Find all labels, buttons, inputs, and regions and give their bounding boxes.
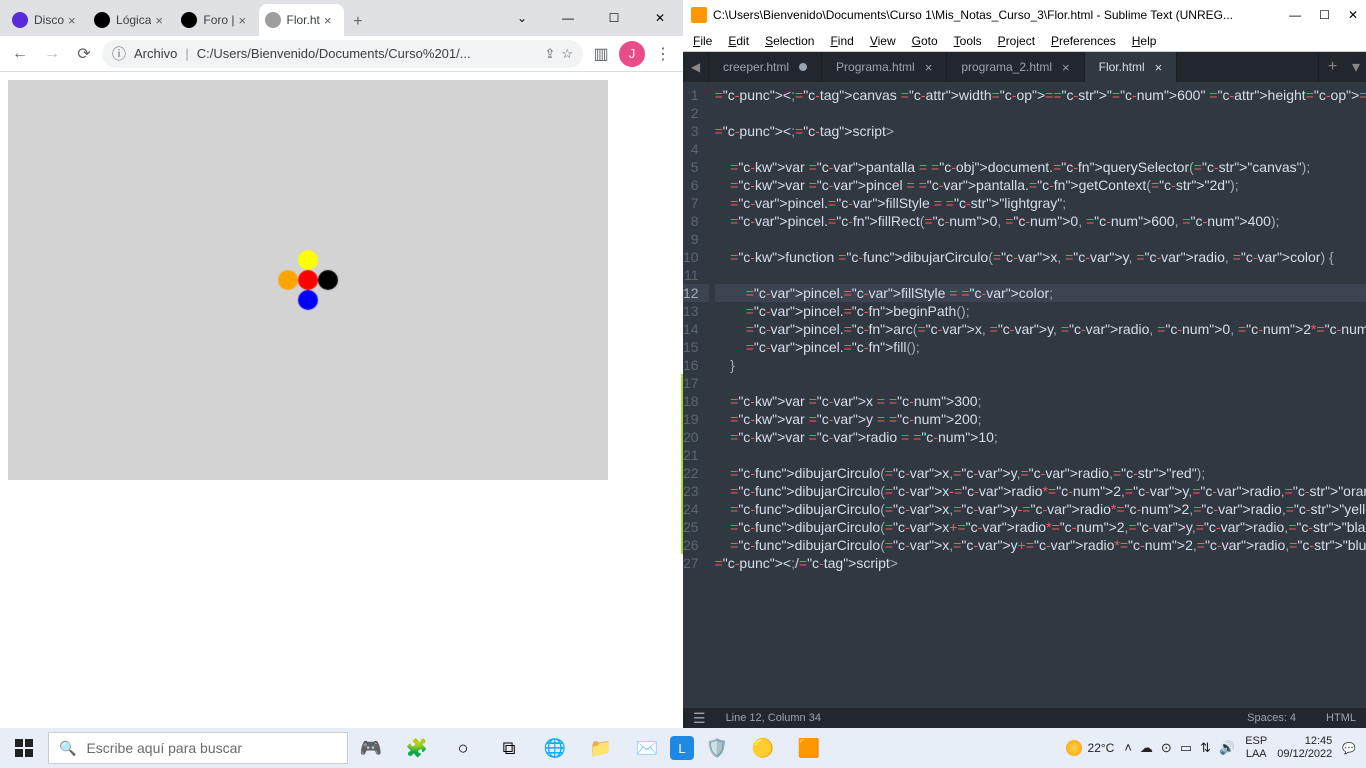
- sublime-window: C:\Users\Bienvenido\Documents\Curso 1\Mi…: [683, 0, 1366, 728]
- chrome-titlebar: Disco×Lógica×Foro | ×Flor.ht× + ⌄ — ☐ ✕: [0, 0, 683, 36]
- flower-canvas: [8, 80, 608, 480]
- new-editor-tab[interactable]: +: [1318, 52, 1346, 82]
- url-prefix: Archivo: [134, 46, 177, 61]
- clock[interactable]: 12:4509/12/2022: [1277, 735, 1332, 761]
- system-tray: 22°C ˄ ☁ ⊙ ▭ ⇅ 🔊 ESPLAA 12:4509/12/2022 …: [1066, 735, 1366, 761]
- sublime-titlebar: C:\Users\Bienvenido\Documents\Curso 1\Mi…: [683, 0, 1366, 30]
- menu-tools[interactable]: Tools: [954, 34, 982, 48]
- editor-area: 1234567891011121314151617181920212223242…: [683, 82, 1366, 708]
- sublime-statusbar: ☰ Line 12, Column 34 Spaces: 4 HTML: [683, 708, 1366, 728]
- forward-button[interactable]: →: [38, 40, 66, 68]
- status-lang[interactable]: HTML: [1326, 712, 1356, 724]
- weather-widget[interactable]: 22°C: [1066, 740, 1115, 756]
- chrome-app-icon[interactable]: 🟡: [740, 728, 786, 768]
- start-button[interactable]: [0, 728, 48, 768]
- wifi-icon[interactable]: ⇅: [1200, 740, 1211, 756]
- tab-close-icon[interactable]: ×: [68, 13, 82, 27]
- cortana-icon[interactable]: ○: [440, 728, 486, 768]
- menu-find[interactable]: Find: [830, 34, 853, 48]
- close-icon[interactable]: ✕: [637, 0, 683, 36]
- reload-button[interactable]: ⟳: [70, 40, 98, 68]
- browser-tab[interactable]: Lógica×: [88, 4, 175, 36]
- status-menu-icon[interactable]: ☰: [693, 710, 706, 727]
- language-indicator[interactable]: ESPLAA: [1245, 735, 1267, 761]
- chrome-toolbar: ← → ⟳ ⓘ Archivo | C:/Users/Bienvenido/Do…: [0, 36, 683, 72]
- chrome-window-controls: ⌄ — ☐ ✕: [499, 0, 683, 36]
- mcafee-icon[interactable]: 🛡️: [694, 728, 740, 768]
- tab-close-icon[interactable]: ×: [925, 60, 933, 75]
- chrome-chevron-icon[interactable]: ⌄: [499, 0, 545, 36]
- edge-icon[interactable]: 🌐: [532, 728, 578, 768]
- sublime-logo-icon: [691, 7, 707, 23]
- menu-selection[interactable]: Selection: [765, 34, 814, 48]
- line-gutter: 1234567891011121314151617181920212223242…: [683, 82, 709, 708]
- sublime-menubar: File Edit Selection Find View Goto Tools Projec…: [683, 30, 1366, 52]
- search-placeholder: Escribe aquí para buscar: [86, 740, 242, 756]
- new-tab-button[interactable]: +: [344, 8, 372, 36]
- menu-project[interactable]: Project: [998, 34, 1035, 48]
- editor-tab[interactable]: programa_2.html×: [947, 52, 1084, 82]
- sublime-tabbar: ◀ creeper.htmlPrograma.html×programa_2.h…: [683, 52, 1366, 82]
- st-minimize-icon[interactable]: —: [1289, 8, 1301, 22]
- minimize-icon[interactable]: —: [545, 0, 591, 36]
- maximize-icon[interactable]: ☐: [591, 0, 637, 36]
- tray-chevron-icon[interactable]: ˄: [1124, 740, 1132, 756]
- browser-tab[interactable]: Foro | ×: [175, 4, 258, 36]
- bookmark-icon[interactable]: ☆: [561, 46, 573, 62]
- address-bar[interactable]: ⓘ Archivo | C:/Users/Bienvenido/Document…: [102, 40, 583, 68]
- url-text: C:/Users/Bienvenido/Documents/Curso%201/…: [197, 46, 471, 61]
- chrome-menu-icon[interactable]: ⋮: [649, 40, 677, 68]
- st-maximize-icon[interactable]: ☐: [1319, 8, 1330, 22]
- editor-tab[interactable]: Flor.html×: [1085, 52, 1178, 82]
- tab-close-icon[interactable]: ×: [155, 13, 169, 27]
- sublime-app-icon[interactable]: 🟧: [786, 728, 832, 768]
- status-spaces[interactable]: Spaces: 4: [1247, 712, 1296, 724]
- code-area[interactable]: ="c-punc"><;="c-tag">canvas ="c-attr">wi…: [709, 82, 1366, 708]
- back-button[interactable]: ←: [6, 40, 34, 68]
- tab-close-icon[interactable]: ×: [239, 13, 253, 27]
- action-center-icon[interactable]: 💬: [1342, 742, 1356, 755]
- side-panel-icon[interactable]: ▥: [587, 40, 615, 68]
- menu-file[interactable]: File: [693, 34, 712, 48]
- explorer-icon[interactable]: 📁: [578, 728, 624, 768]
- menu-help[interactable]: Help: [1132, 34, 1157, 48]
- menu-preferences[interactable]: Preferences: [1051, 34, 1116, 48]
- browser-tab[interactable]: Disco×: [6, 4, 88, 36]
- sublime-title: C:\Users\Bienvenido\Documents\Curso 1\Mi…: [713, 8, 1233, 22]
- menu-view[interactable]: View: [870, 34, 896, 48]
- battery-icon[interactable]: ▭: [1180, 740, 1192, 756]
- taskbar-apps: 🎮 🧩 ○ ⧉ 🌐 📁 ✉️ L 🛡️ 🟡 🟧: [348, 728, 832, 768]
- search-icon: 🔍: [59, 740, 76, 757]
- st-close-icon[interactable]: ✕: [1348, 8, 1358, 22]
- app-l-icon[interactable]: L: [670, 736, 694, 760]
- tab-close-icon[interactable]: ×: [1155, 60, 1163, 75]
- tab-dropdown-icon[interactable]: ▾: [1346, 52, 1366, 82]
- menu-goto[interactable]: Goto: [912, 34, 938, 48]
- chrome-window: Disco×Lógica×Foro | ×Flor.ht× + ⌄ — ☐ ✕ …: [0, 0, 683, 728]
- chrome-viewport: [0, 72, 683, 728]
- profile-avatar[interactable]: J: [619, 41, 645, 67]
- tab-close-icon[interactable]: ×: [324, 13, 338, 27]
- mail-icon[interactable]: ✉️: [624, 728, 670, 768]
- taskbar-search[interactable]: 🔍 Escribe aquí para buscar: [48, 732, 348, 764]
- editor-tab[interactable]: creeper.html: [709, 52, 822, 82]
- tab-scroll-left-icon[interactable]: ◀: [683, 52, 709, 82]
- site-info-icon[interactable]: ⓘ: [112, 44, 126, 64]
- task-view-icon[interactable]: ⧉: [486, 728, 532, 768]
- app-pinned-1[interactable]: 🎮: [348, 728, 394, 768]
- status-position: Line 12, Column 34: [726, 712, 821, 724]
- menu-edit[interactable]: Edit: [728, 34, 749, 48]
- meet-now-icon[interactable]: ⊙: [1161, 740, 1172, 756]
- browser-tab[interactable]: Flor.ht×: [259, 4, 344, 36]
- windows-taskbar: 🔍 Escribe aquí para buscar 🎮 🧩 ○ ⧉ 🌐 📁 ✉…: [0, 728, 1366, 768]
- editor-tab[interactable]: Programa.html×: [822, 52, 947, 82]
- volume-icon[interactable]: 🔊: [1219, 740, 1235, 756]
- share-icon[interactable]: ⇪: [544, 46, 555, 62]
- tab-close-icon[interactable]: ×: [1062, 60, 1070, 75]
- onedrive-icon[interactable]: ☁: [1140, 740, 1153, 756]
- app-pinned-2[interactable]: 🧩: [394, 728, 440, 768]
